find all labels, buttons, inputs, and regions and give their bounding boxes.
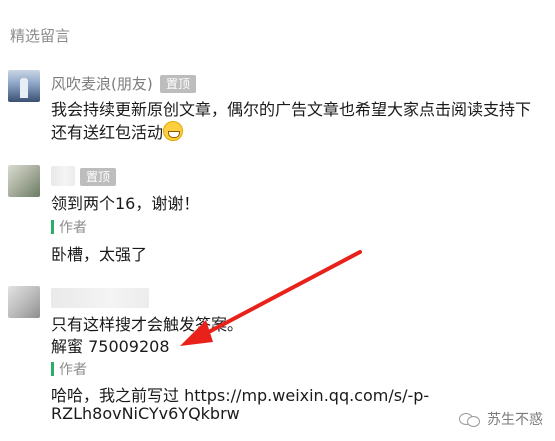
arrow-head bbox=[180, 320, 213, 346]
watermark-text: 苏生不惑 bbox=[487, 412, 543, 428]
arrow-shaft bbox=[201, 250, 362, 337]
wechat-icon bbox=[459, 411, 481, 427]
watermark: 苏生不惑 bbox=[459, 409, 543, 429]
red-arrow-annotation bbox=[180, 250, 362, 346]
